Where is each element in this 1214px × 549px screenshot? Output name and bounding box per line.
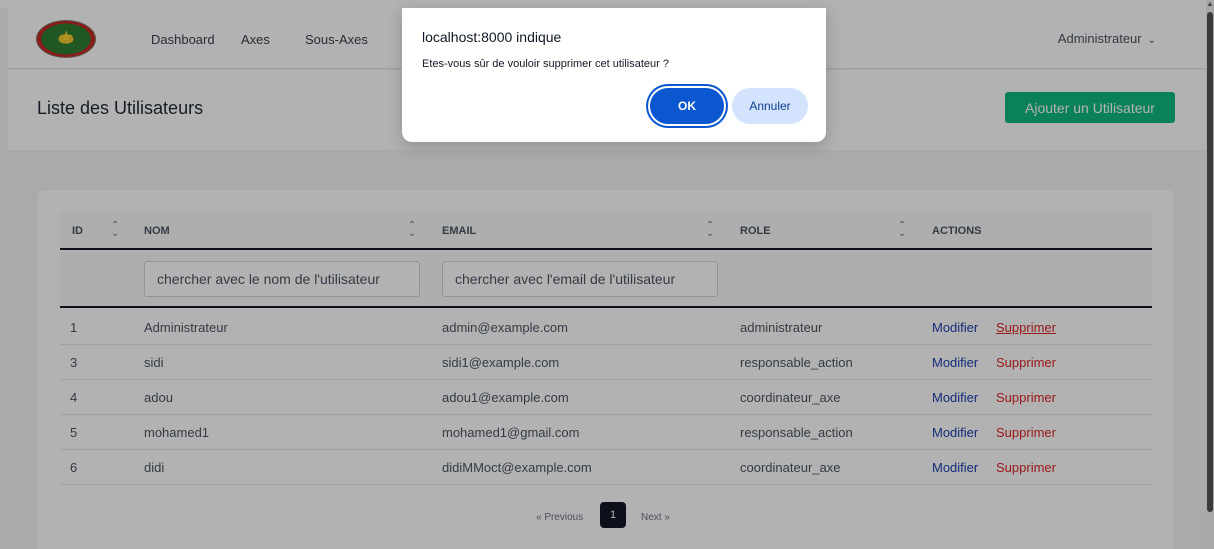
dialog-cancel-button[interactable]: Annuler: [732, 88, 808, 124]
dialog-ok-button[interactable]: OK: [650, 88, 724, 124]
dialog-title: localhost:8000 indique: [422, 29, 562, 45]
confirm-dialog: localhost:8000 indique Etes-vous sûr de …: [402, 8, 826, 142]
dialog-message: Etes-vous sûr de vouloir supprimer cet u…: [422, 58, 669, 70]
